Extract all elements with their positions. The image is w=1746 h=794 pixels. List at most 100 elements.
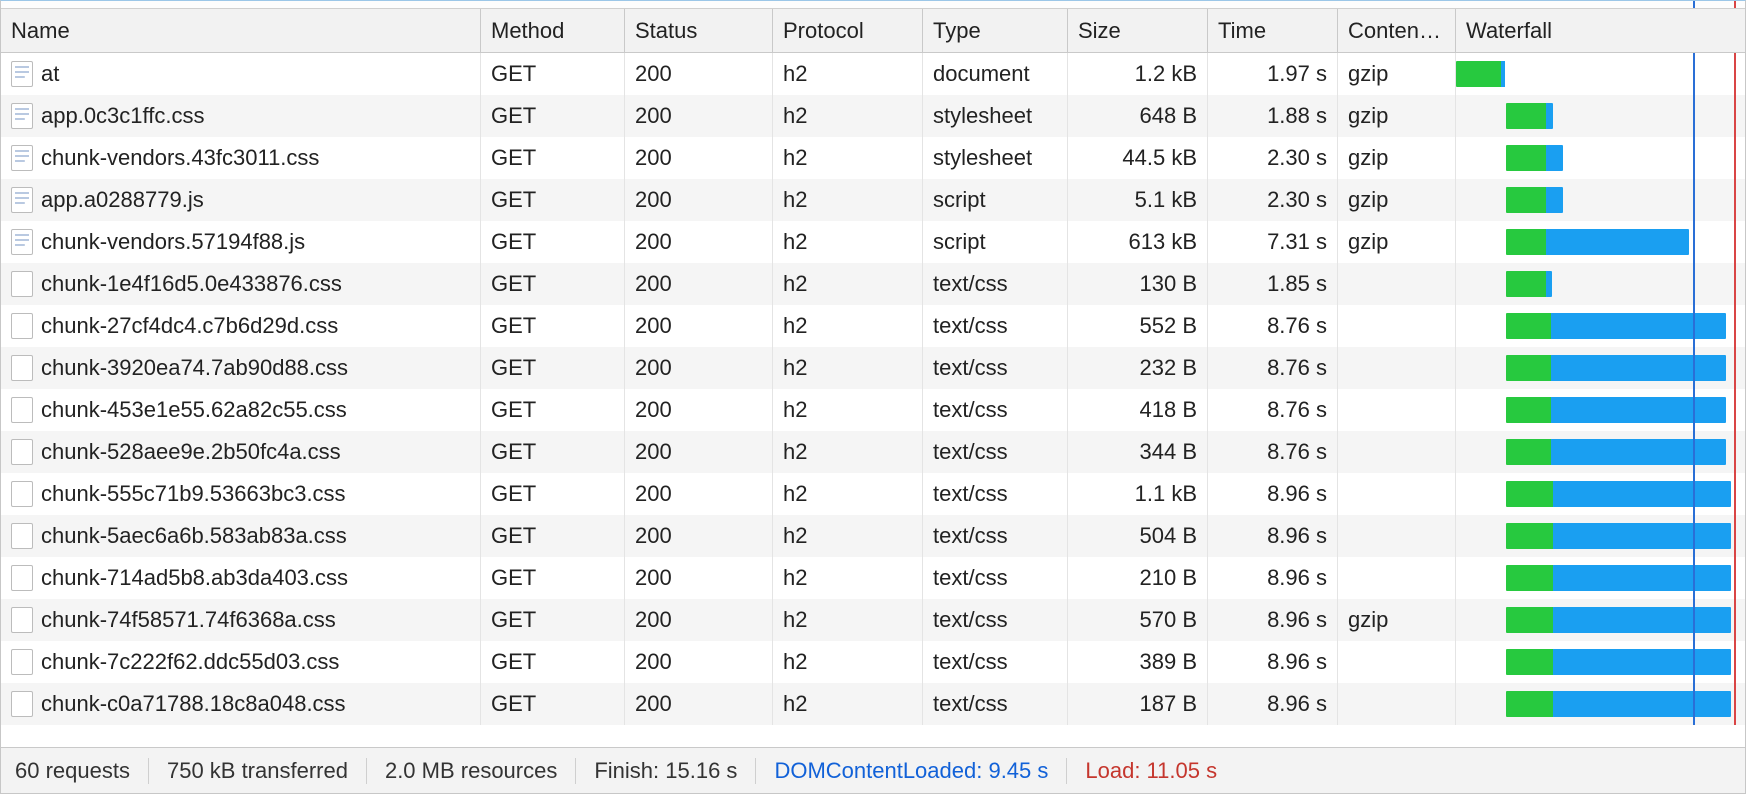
cell-name[interactable]: chunk-3920ea74.7ab90d88.css <box>1 347 481 389</box>
cell-waterfall[interactable] <box>1456 683 1745 725</box>
file-icon <box>11 145 33 171</box>
waterfall-bar[interactable] <box>1506 565 1731 591</box>
cell-waterfall[interactable] <box>1456 599 1745 641</box>
cell-name[interactable]: chunk-555c71b9.53663bc3.css <box>1 473 481 515</box>
cell-name[interactable]: app.a0288779.js <box>1 179 481 221</box>
network-table-body[interactable]: atGET200h2document1.2 kB1.97 sgzipapp.0c… <box>1 53 1745 747</box>
waterfall-waiting-segment <box>1506 565 1554 591</box>
waterfall-download-segment <box>1501 61 1505 87</box>
load-marker-line <box>1734 683 1736 725</box>
cell-name[interactable]: chunk-1e4f16d5.0e433876.css <box>1 263 481 305</box>
column-header-status[interactable]: Status <box>625 9 773 52</box>
cell-time: 8.96 s <box>1208 557 1338 599</box>
cell-name[interactable]: chunk-vendors.57194f88.js <box>1 221 481 263</box>
waterfall-bar[interactable] <box>1506 523 1731 549</box>
waterfall-bar[interactable] <box>1506 145 1564 171</box>
table-row[interactable]: chunk-5aec6a6b.583ab83a.cssGET200h2text/… <box>1 515 1745 557</box>
cell-size: 504 B <box>1068 515 1208 557</box>
load-marker-line <box>1734 641 1736 683</box>
waterfall-bar[interactable] <box>1506 229 1690 255</box>
cell-time: 8.96 s <box>1208 683 1338 725</box>
table-row[interactable]: chunk-1e4f16d5.0e433876.cssGET200h2text/… <box>1 263 1745 305</box>
column-header-size[interactable]: Size <box>1068 9 1208 52</box>
cell-content-encoding: gzip <box>1338 221 1456 263</box>
cell-status: 200 <box>625 431 773 473</box>
cell-content-encoding <box>1338 263 1456 305</box>
waterfall-waiting-segment <box>1506 397 1551 423</box>
table-row[interactable]: app.0c3c1ffc.cssGET200h2stylesheet648 B1… <box>1 95 1745 137</box>
table-row[interactable]: chunk-vendors.57194f88.jsGET200h2script6… <box>1 221 1745 263</box>
cell-name[interactable]: chunk-5aec6a6b.583ab83a.css <box>1 515 481 557</box>
cell-protocol: h2 <box>773 179 923 221</box>
waterfall-bar[interactable] <box>1506 607 1731 633</box>
cell-waterfall[interactable] <box>1456 515 1745 557</box>
cell-waterfall[interactable] <box>1456 641 1745 683</box>
cell-waterfall[interactable] <box>1456 137 1745 179</box>
table-row[interactable]: chunk-74f58571.74f6368a.cssGET200h2text/… <box>1 599 1745 641</box>
timeline-overview[interactable] <box>1 1 1745 9</box>
cell-waterfall[interactable] <box>1456 305 1745 347</box>
column-header-method[interactable]: Method <box>481 9 625 52</box>
cell-waterfall[interactable] <box>1456 557 1745 599</box>
cell-protocol: h2 <box>773 515 923 557</box>
cell-name[interactable]: chunk-7c222f62.ddc55d03.css <box>1 641 481 683</box>
cell-name[interactable]: app.0c3c1ffc.css <box>1 95 481 137</box>
cell-waterfall[interactable] <box>1456 347 1745 389</box>
cell-name[interactable]: chunk-453e1e55.62a82c55.css <box>1 389 481 431</box>
column-header-protocol[interactable]: Protocol <box>773 9 923 52</box>
cell-waterfall[interactable] <box>1456 473 1745 515</box>
cell-waterfall[interactable] <box>1456 221 1745 263</box>
table-row[interactable]: chunk-vendors.43fc3011.cssGET200h2styles… <box>1 137 1745 179</box>
table-row[interactable]: chunk-3920ea74.7ab90d88.cssGET200h2text/… <box>1 347 1745 389</box>
file-icon <box>11 187 33 213</box>
cell-name[interactable]: chunk-vendors.43fc3011.css <box>1 137 481 179</box>
cell-waterfall[interactable] <box>1456 53 1745 95</box>
cell-method: GET <box>481 263 625 305</box>
cell-size: 648 B <box>1068 95 1208 137</box>
column-label: Name <box>11 18 70 44</box>
waterfall-bar[interactable] <box>1506 271 1552 297</box>
waterfall-bar[interactable] <box>1506 187 1564 213</box>
cell-method: GET <box>481 95 625 137</box>
waterfall-bar[interactable] <box>1506 103 1553 129</box>
waterfall-bar[interactable] <box>1456 61 1506 87</box>
table-row[interactable]: chunk-555c71b9.53663bc3.cssGET200h2text/… <box>1 473 1745 515</box>
table-row[interactable]: atGET200h2document1.2 kB1.97 sgzip <box>1 53 1745 95</box>
cell-protocol: h2 <box>773 347 923 389</box>
cell-waterfall[interactable] <box>1456 431 1745 473</box>
column-header-time[interactable]: Time <box>1208 9 1338 52</box>
table-row[interactable]: chunk-27cf4dc4.c7b6d29d.cssGET200h2text/… <box>1 305 1745 347</box>
cell-name[interactable]: at <box>1 53 481 95</box>
cell-status: 200 <box>625 137 773 179</box>
cell-waterfall[interactable] <box>1456 389 1745 431</box>
table-row[interactable]: chunk-453e1e55.62a82c55.cssGET200h2text/… <box>1 389 1745 431</box>
file-icon <box>11 397 33 423</box>
cell-name[interactable]: chunk-528aee9e.2b50fc4a.css <box>1 431 481 473</box>
cell-waterfall[interactable] <box>1456 263 1745 305</box>
waterfall-bar[interactable] <box>1506 649 1731 675</box>
column-header-type[interactable]: Type <box>923 9 1068 52</box>
cell-name[interactable]: chunk-27cf4dc4.c7b6d29d.css <box>1 305 481 347</box>
table-row[interactable]: chunk-c0a71788.18c8a048.cssGET200h2text/… <box>1 683 1745 725</box>
cell-name[interactable]: chunk-714ad5b8.ab3da403.css <box>1 557 481 599</box>
table-row[interactable]: chunk-714ad5b8.ab3da403.cssGET200h2text/… <box>1 557 1745 599</box>
request-name: chunk-3920ea74.7ab90d88.css <box>41 355 348 381</box>
cell-waterfall[interactable] <box>1456 95 1745 137</box>
cell-method: GET <box>481 683 625 725</box>
file-icon <box>11 61 33 87</box>
column-header-waterfall[interactable]: Waterfall <box>1456 9 1745 52</box>
cell-type: text/css <box>923 515 1068 557</box>
table-row[interactable]: chunk-7c222f62.ddc55d03.cssGET200h2text/… <box>1 641 1745 683</box>
load-marker-line <box>1734 263 1736 305</box>
waterfall-download-segment <box>1546 229 1689 255</box>
table-row[interactable]: app.a0288779.jsGET200h2script5.1 kB2.30 … <box>1 179 1745 221</box>
table-row[interactable]: chunk-528aee9e.2b50fc4a.cssGET200h2text/… <box>1 431 1745 473</box>
waterfall-bar[interactable] <box>1506 481 1731 507</box>
cell-waterfall[interactable] <box>1456 179 1745 221</box>
cell-name[interactable]: chunk-c0a71788.18c8a048.css <box>1 683 481 725</box>
cell-name[interactable]: chunk-74f58571.74f6368a.css <box>1 599 481 641</box>
column-header-content-encoding[interactable]: Conten… <box>1338 9 1456 52</box>
load-marker-line <box>1734 473 1736 515</box>
waterfall-bar[interactable] <box>1506 691 1731 717</box>
column-header-name[interactable]: Name <box>1 9 481 52</box>
